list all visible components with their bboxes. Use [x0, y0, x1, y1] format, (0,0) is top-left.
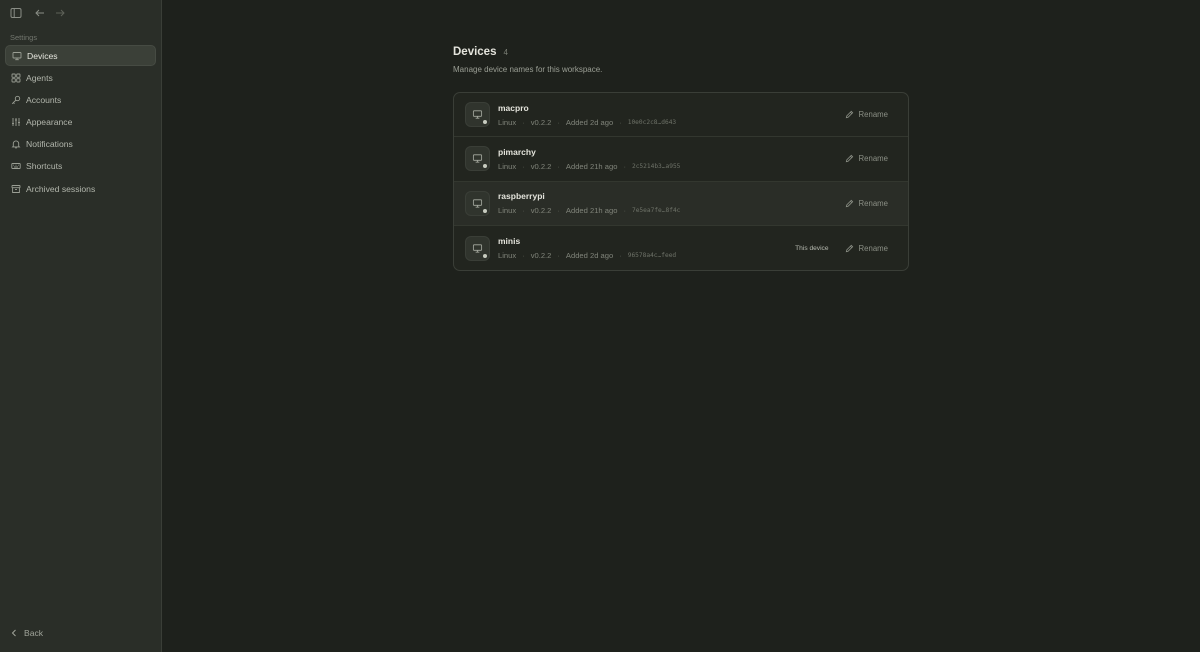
sidebar-item-appearance[interactable]: Appearance — [5, 112, 156, 133]
settings-nav: Devices Agents Accounts Appearance Notif… — [0, 45, 161, 199]
keyboard-icon — [11, 161, 21, 171]
meta-separator: · — [557, 206, 560, 216]
sidebar-item-label: Notifications — [26, 139, 73, 150]
sidebar: Settings Devices Agents Accounts Appeara… — [0, 0, 162, 652]
device-os: Linux — [498, 251, 517, 261]
sidebar-item-shortcuts[interactable]: Shortcuts — [5, 156, 156, 177]
pencil-icon — [845, 110, 853, 119]
status-dot — [483, 164, 487, 169]
device-version: v0.2.2 — [530, 117, 552, 127]
device-os: Linux — [498, 161, 517, 171]
device-version: v0.2.2 — [530, 161, 552, 171]
device-name: macpro — [498, 102, 529, 113]
sidebar-item-label: Devices — [27, 50, 58, 61]
device-count: 4 — [503, 48, 508, 57]
sidebar-item-label: Appearance — [26, 117, 73, 128]
meta-separator: · — [623, 161, 626, 171]
meta-separator: · — [522, 206, 525, 216]
meta-separator: · — [557, 117, 560, 127]
forward-arrow-icon[interactable] — [53, 6, 67, 20]
device-list: macpro Linux · v0.2.2 · Added 2d ago · 1… — [453, 92, 909, 272]
rename-label: Rename — [858, 154, 888, 164]
rename-label: Rename — [858, 198, 888, 208]
grid-icon — [11, 73, 21, 83]
key-icon — [11, 95, 21, 105]
device-row: raspberrypi Linux · v0.2.2 · Added 21h a… — [454, 181, 908, 226]
device-row: pimarchy Linux · v0.2.2 · Added 21h ago … — [454, 137, 908, 182]
device-added: Added 2d ago — [565, 251, 614, 261]
page-subtitle: Manage device names for this workspace. — [453, 65, 603, 74]
sliders-icon — [11, 117, 21, 127]
meta-separator: · — [522, 161, 525, 171]
sidebar-item-archived-sessions[interactable]: Archived sessions — [5, 178, 156, 199]
device-id: 10e0c2c8…d643 — [627, 118, 677, 126]
monitor-icon — [12, 51, 22, 61]
device-row: minis Linux · v0.2.2 · Added 2d ago · 96… — [454, 226, 908, 270]
sidebar-item-agents[interactable]: Agents — [5, 67, 156, 88]
device-monitor-icon — [465, 235, 490, 261]
main-content: Devices 4 Manage device names for this w… — [162, 0, 1200, 652]
archive-icon — [11, 184, 21, 194]
device-monitor-icon — [465, 146, 490, 172]
meta-separator: · — [619, 251, 622, 261]
sidebar-toggle-icon[interactable] — [9, 6, 23, 20]
device-id: 2c5214b3…a955 — [631, 162, 681, 170]
rename-button[interactable]: Rename — [845, 199, 888, 208]
page-header: Devices 4 Manage device names for this w… — [453, 46, 602, 74]
rename-button[interactable]: Rename — [845, 154, 888, 163]
device-monitor-icon — [465, 190, 490, 216]
back-button[interactable]: Back — [10, 628, 43, 638]
pencil-icon — [845, 155, 853, 163]
meta-separator: · — [522, 117, 525, 127]
meta-separator: · — [557, 251, 560, 261]
status-dot — [483, 208, 487, 213]
settings-section-label: Settings — [10, 33, 38, 42]
pencil-icon — [845, 244, 853, 252]
device-added: Added 21h ago — [565, 206, 618, 216]
page-title: Devices — [453, 46, 497, 58]
status-dot — [483, 120, 487, 125]
sidebar-item-accounts[interactable]: Accounts — [5, 89, 156, 110]
status-dot — [483, 253, 487, 258]
back-arrow-icon[interactable] — [33, 6, 47, 20]
sidebar-item-label: Accounts — [26, 94, 62, 105]
device-version: v0.2.2 — [530, 206, 552, 216]
this-device-badge: This device — [795, 244, 829, 252]
device-id: 96578a4c…feed — [627, 252, 677, 260]
device-name: pimarchy — [498, 146, 536, 157]
device-os: Linux — [498, 117, 517, 127]
meta-separator: · — [522, 251, 525, 261]
device-id: 7e5ea7fe…8f4c — [631, 207, 681, 215]
sidebar-item-devices[interactable]: Devices — [5, 45, 156, 66]
rename-button[interactable]: Rename — [845, 244, 888, 253]
rename-label: Rename — [858, 110, 888, 120]
rename-label: Rename — [858, 243, 888, 253]
device-name: raspberrypi — [498, 191, 545, 202]
sidebar-toolbar — [0, 0, 161, 26]
rename-button[interactable]: Rename — [845, 110, 888, 119]
device-monitor-icon — [465, 102, 490, 128]
meta-separator: · — [619, 117, 622, 127]
meta-separator: · — [623, 206, 626, 216]
device-added: Added 2d ago — [565, 117, 614, 127]
device-os: Linux — [498, 206, 517, 216]
pencil-icon — [845, 199, 853, 207]
sidebar-item-notifications[interactable]: Notifications — [5, 134, 156, 155]
device-row: macpro Linux · v0.2.2 · Added 2d ago · 1… — [454, 93, 908, 138]
device-name: minis — [498, 236, 521, 247]
chevron-left-icon — [11, 629, 16, 637]
sidebar-item-label: Shortcuts — [26, 161, 63, 172]
meta-separator: · — [557, 161, 560, 171]
back-label: Back — [24, 628, 44, 638]
bell-icon — [11, 139, 21, 149]
device-added: Added 21h ago — [565, 161, 618, 171]
sidebar-item-label: Agents — [26, 72, 53, 83]
sidebar-item-label: Archived sessions — [26, 183, 96, 194]
device-version: v0.2.2 — [530, 251, 552, 261]
